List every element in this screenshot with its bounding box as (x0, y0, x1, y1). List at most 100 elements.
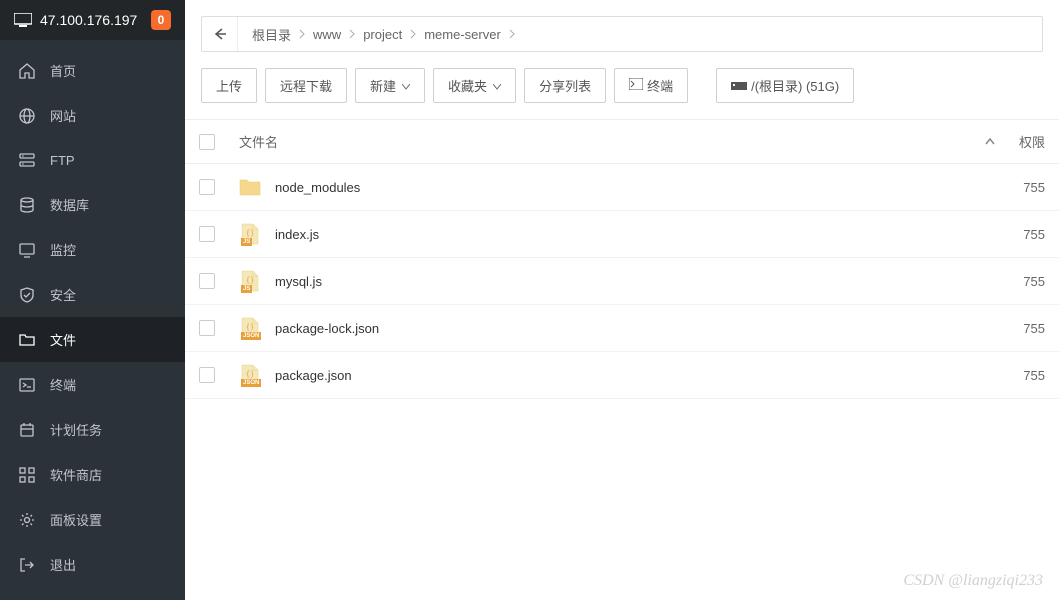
row-checkbox[interactable] (199, 179, 215, 195)
row-check-cell (199, 273, 233, 289)
perm-cell: 755 (1005, 368, 1045, 383)
sidebar-item-security[interactable]: 安全 (0, 272, 185, 317)
breadcrumb-segment[interactable]: project (357, 27, 408, 42)
js-icon: { }JS (239, 223, 261, 245)
database-icon (18, 196, 36, 214)
perm-header[interactable]: 权限 (1005, 132, 1045, 151)
json-icon: { }JSON (239, 364, 261, 386)
sidebar-item-home[interactable]: 首页 (0, 48, 185, 93)
filename-cell[interactable]: node_modules (233, 176, 975, 198)
row-check-cell (199, 226, 233, 242)
sidebar-item-cron[interactable]: 计划任务 (0, 407, 185, 452)
filename-header-label: 文件名 (239, 132, 278, 151)
row-checkbox[interactable] (199, 226, 215, 242)
sidebar-item-label: FTP (50, 153, 75, 168)
monitor-icon (18, 241, 36, 259)
filename-cell[interactable]: { }JS index.js (233, 223, 975, 245)
sidebar-item-database[interactable]: 数据库 (0, 182, 185, 227)
disk-info-button[interactable]: /(根目录) (51G) (716, 68, 854, 103)
disk-info-label: /(根目录) (51G) (751, 76, 839, 95)
perm-cell: 755 (1005, 321, 1045, 336)
sidebar-item-label: 监控 (50, 240, 76, 259)
sidebar-item-label: 面板设置 (50, 510, 102, 529)
table-row[interactable]: { }JSON package-lock.json 755 (185, 305, 1059, 352)
js-icon: { }JS (239, 270, 261, 292)
terminal-icon (629, 78, 643, 93)
filename-label: index.js (275, 227, 319, 242)
sidebar-item-store[interactable]: 软件商店 (0, 452, 185, 497)
sidebar-item-label: 文件 (50, 330, 76, 349)
file-table: 文件名 权限 node_modules 755 { }JS index.js 7… (185, 119, 1059, 600)
folder-icon (18, 331, 36, 349)
svg-text:{ }: { } (247, 324, 254, 331)
sidebar-item-website[interactable]: 网站 (0, 93, 185, 138)
disk-icon (731, 78, 747, 93)
favorites-label: 收藏夹 (448, 76, 487, 95)
table-row[interactable]: { }JSON package.json 755 (185, 352, 1059, 399)
filename-cell[interactable]: { }JS mysql.js (233, 270, 975, 292)
row-checkbox[interactable] (199, 273, 215, 289)
select-all-checkbox[interactable] (199, 134, 215, 150)
sort-icon[interactable] (975, 137, 1005, 147)
table-row[interactable]: { }JS mysql.js 755 (185, 258, 1059, 305)
filename-label: mysql.js (275, 274, 322, 289)
row-check-cell (199, 320, 233, 336)
gear-icon (18, 511, 36, 529)
sidebar-item-ftp[interactable]: FTP (0, 138, 185, 182)
back-button[interactable] (202, 17, 238, 51)
sidebar-header: 47.100.176.197 0 (0, 0, 185, 40)
favorites-button[interactable]: 收藏夹 (433, 68, 516, 103)
server-ip: 47.100.176.197 (40, 12, 151, 28)
share-list-button[interactable]: 分享列表 (524, 68, 606, 103)
notification-badge[interactable]: 0 (151, 10, 171, 30)
folder-icon (239, 176, 261, 198)
chevron-down-icon (402, 78, 410, 93)
filename-label: package-lock.json (275, 321, 379, 336)
sidebar-item-label: 网站 (50, 106, 76, 125)
chevron-down-icon (493, 78, 501, 93)
row-check-cell (199, 179, 233, 195)
upload-button[interactable]: 上传 (201, 68, 257, 103)
terminal-button[interactable]: 终端 (614, 68, 688, 103)
sidebar-item-label: 软件商店 (50, 465, 102, 484)
toolbar: 上传 远程下载 新建 收藏夹 分享列表 终端 (185, 52, 1059, 119)
breadcrumb-segment[interactable]: www (307, 27, 347, 42)
breadcrumb-separator (408, 27, 418, 42)
table-row[interactable]: { }JS index.js 755 (185, 211, 1059, 258)
perm-cell: 755 (1005, 227, 1045, 242)
filename-cell[interactable]: { }JSON package-lock.json (233, 317, 975, 339)
breadcrumb-segment[interactable]: 根目录 (246, 25, 297, 44)
grid-icon (18, 466, 36, 484)
svg-text:{ }: { } (247, 371, 254, 378)
breadcrumb-separator (297, 27, 307, 42)
shield-icon (18, 286, 36, 304)
table-row[interactable]: node_modules 755 (185, 164, 1059, 211)
sidebar: 47.100.176.197 0 首页网站 FTP 数据库监控安全文件终端计划任务软… (0, 0, 185, 600)
filename-cell[interactable]: { }JSON package.json (233, 364, 975, 386)
new-label: 新建 (370, 76, 396, 95)
perm-cell: 755 (1005, 180, 1045, 195)
home-icon (18, 62, 36, 80)
new-button[interactable]: 新建 (355, 68, 425, 103)
sidebar-item-label: 数据库 (50, 195, 89, 214)
row-checkbox[interactable] (199, 367, 215, 383)
breadcrumb-separator (507, 27, 517, 42)
sidebar-item-terminal[interactable]: 终端 (0, 362, 185, 407)
row-check-cell (199, 367, 233, 383)
row-checkbox[interactable] (199, 320, 215, 336)
sidebar-item-monitor[interactable]: 监控 (0, 227, 185, 272)
sidebar-item-settings[interactable]: 面板设置 (0, 497, 185, 542)
select-all-cell (199, 134, 233, 150)
filename-header[interactable]: 文件名 (233, 132, 975, 151)
sidebar-nav: 首页网站 FTP 数据库监控安全文件终端计划任务软件商店面板设置退出 (0, 40, 185, 600)
sidebar-item-label: 首页 (50, 61, 76, 80)
sidebar-item-files[interactable]: 文件 (0, 317, 185, 362)
table-header: 文件名 权限 (185, 119, 1059, 164)
monitor-icon (14, 13, 32, 27)
sidebar-item-label: 终端 (50, 375, 76, 394)
breadcrumb-segment[interactable]: meme-server (418, 27, 507, 42)
remote-download-button[interactable]: 远程下载 (265, 68, 347, 103)
svg-text:{ }: { } (247, 230, 254, 237)
sidebar-item-logout[interactable]: 退出 (0, 542, 185, 587)
sidebar-item-label: 退出 (50, 555, 76, 574)
